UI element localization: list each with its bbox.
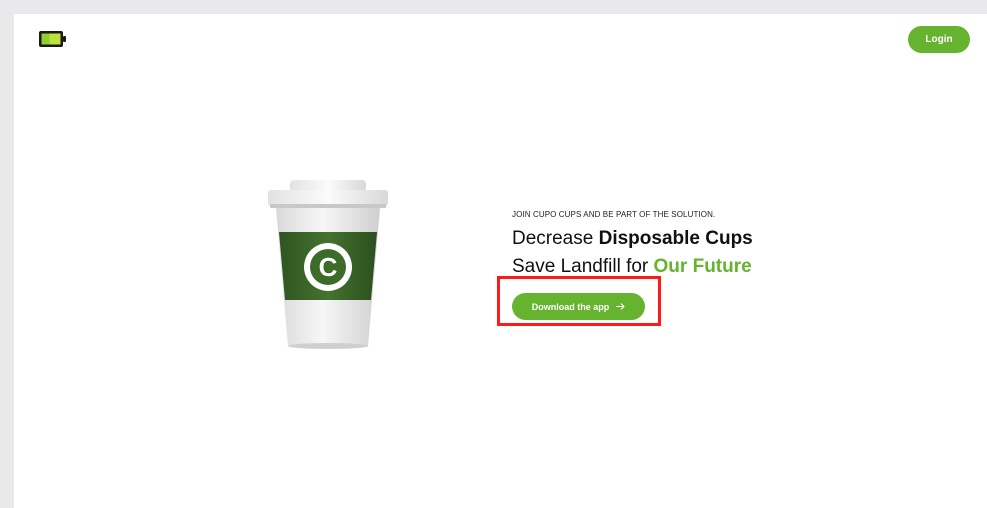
arrow-right-icon — [616, 302, 625, 312]
headline-line-1-plain: Decrease — [512, 228, 594, 249]
headline-line-2: Save Landfill for Our Future — [512, 253, 832, 281]
hero-section: JOIN CUPO CUPS AND BE PART OF THE SOLUTI… — [512, 210, 832, 320]
headline-line-1-bold: Disposable Cups — [598, 228, 753, 249]
headline-line-2-plain: Save Landfill for — [512, 256, 649, 277]
headline-line-1: Decrease Disposable Cups — [512, 225, 832, 253]
page: Login C JOIN CUPO CUPS AND BE PART OF TH… — [14, 14, 987, 508]
headline-line-2-highlight: Our Future — [653, 256, 752, 277]
coffee-cup-image: C — [264, 178, 392, 350]
download-app-label: Download the app — [531, 301, 610, 312]
hero-kicker: JOIN CUPO CUPS AND BE PART OF THE SOLUTI… — [512, 210, 716, 219]
download-app-button[interactable]: Download the app — [512, 293, 645, 320]
battery-icon[interactable] — [38, 30, 68, 48]
login-button[interactable]: Login — [908, 26, 970, 53]
cup-logo-letter: C — [319, 252, 338, 282]
